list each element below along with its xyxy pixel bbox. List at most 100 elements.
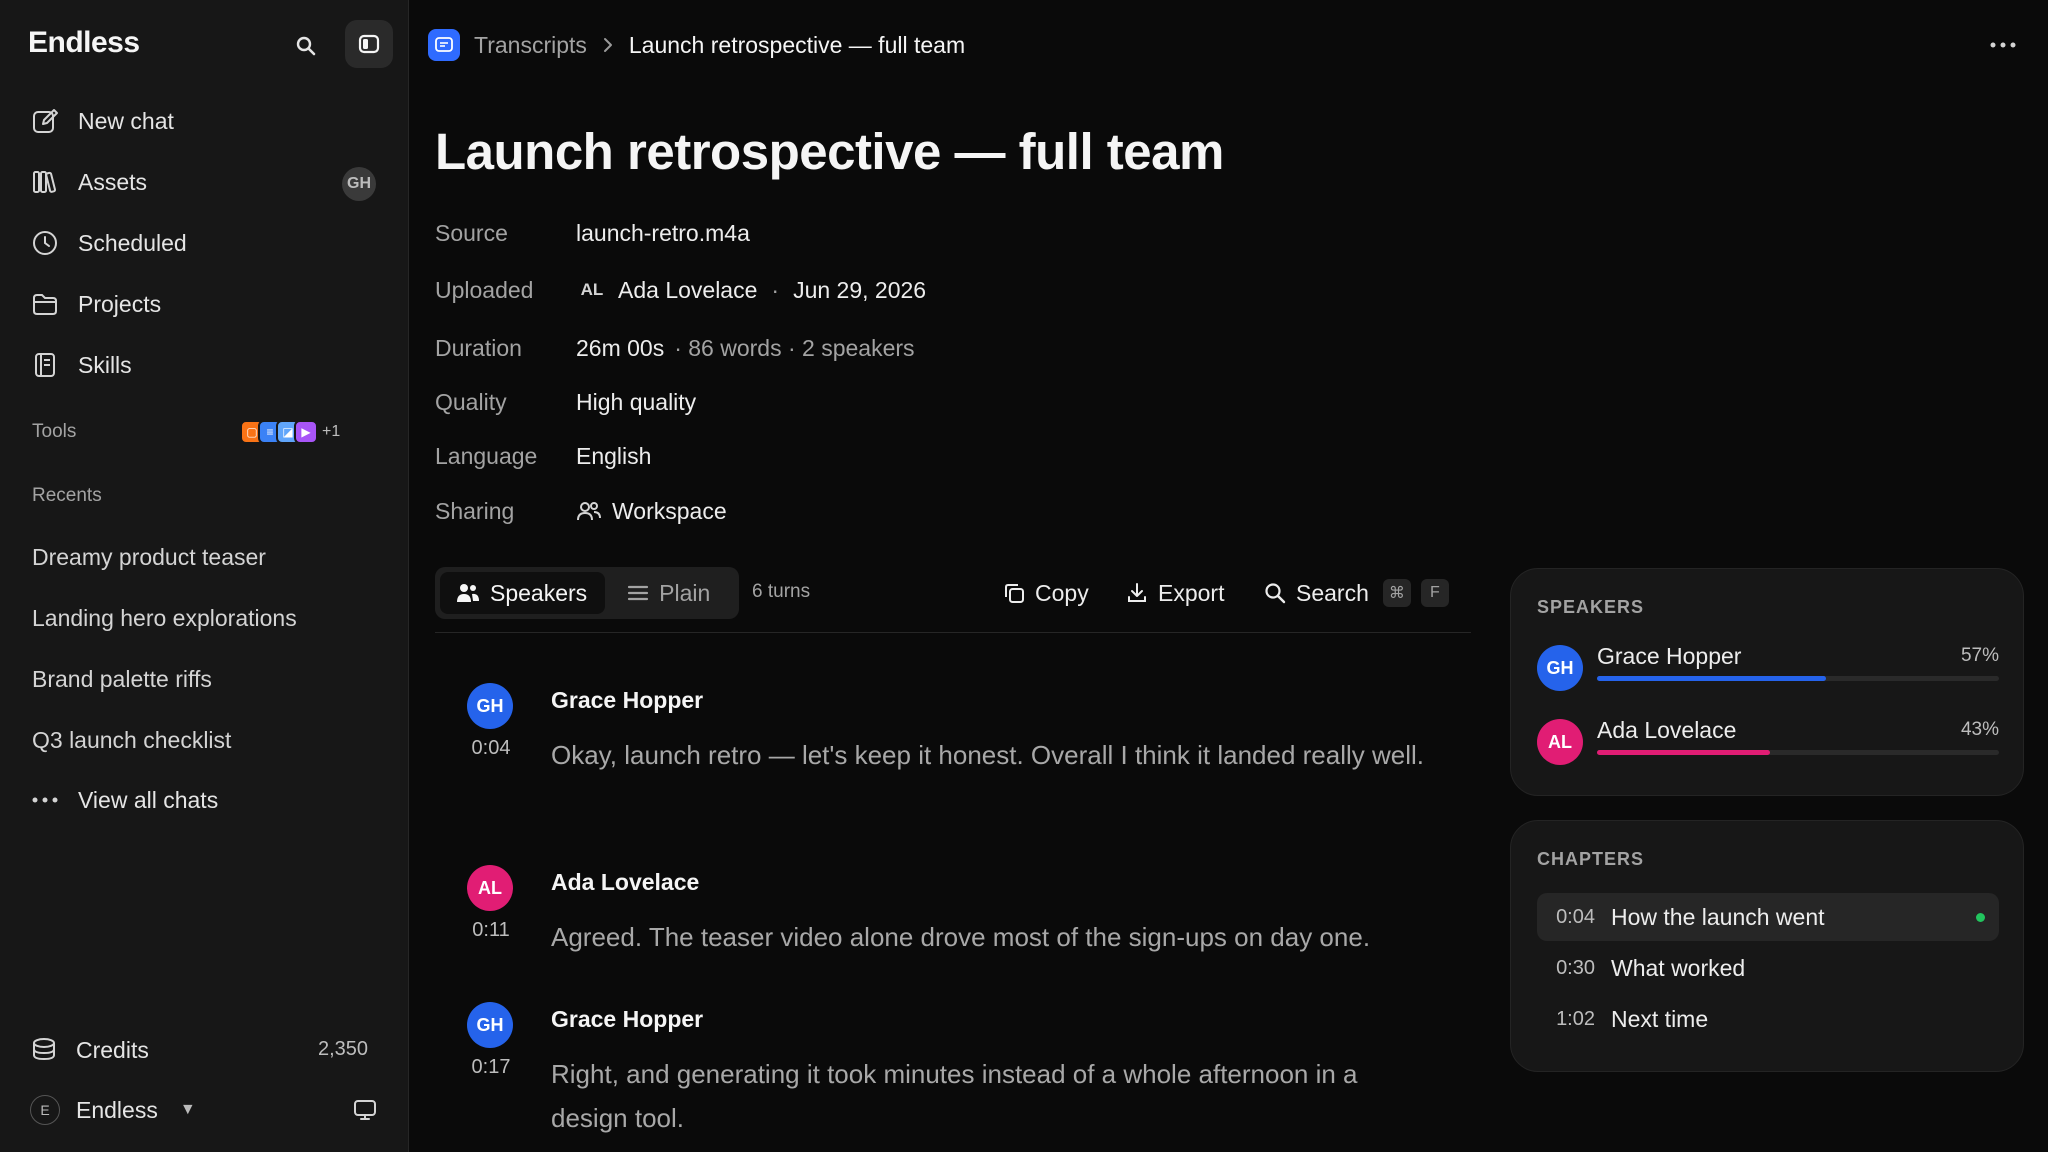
sidebar-toggle-icon[interactable] [345,20,393,68]
recents-section-label: Recents [32,485,102,506]
search-icon [1264,582,1286,604]
tools-more-count: +1 [322,423,341,440]
sharing-control[interactable]: Workspace [576,498,727,525]
speaker-name: Ada Lovelace [551,869,700,895]
sidebar-item-label: Assets [78,168,148,195]
transcripts-app-icon [428,29,460,61]
credits-value: 2,350 [318,1038,369,1060]
chapter-label: How the launch went [1611,903,1825,930]
transcript-turn: GH 0:17 Grace Hopper Right, and generati… [467,1002,1427,1152]
export-button[interactable]: Export [1126,575,1224,611]
sidebar-item-label: Scheduled [78,229,187,256]
chapters-panel: CHAPTERS 0:04 How the launch went 0:30 W… [1510,820,2024,1072]
shortcut-cmd-key: ⌘ [1382,579,1411,607]
tools-section-label: Tools [32,421,77,442]
credits-label: Credits [76,1036,149,1063]
turn-text: Agreed. The teaser video alone drove mos… [551,922,1371,952]
speaker-name: Grace Hopper [551,1006,704,1032]
breadcrumb-transcripts[interactable]: Transcripts [474,32,587,59]
chapter-time: 0:04 [1556,905,1595,928]
speaker-stat-row[interactable]: AL Ada Lovelace 43% [1537,717,1999,769]
speaker-stat-row[interactable]: GH Grace Hopper 57% [1537,643,1999,695]
avatar: GH [342,167,376,201]
coins-icon [30,1036,58,1064]
chapter-time: 1:02 [1556,1007,1595,1030]
copy-button[interactable]: Copy [1003,575,1089,611]
view-plain-label: Plain [659,579,711,606]
speaker-avatar: AL [1537,719,1583,765]
view-all-chats-link[interactable]: View all chats [30,778,380,822]
caret-down-icon: ▼ [179,1101,196,1118]
meta-label: Sharing [435,497,515,524]
turn-timestamp[interactable]: 0:04 [469,737,513,760]
view-mode-toggle: Speakers Plain [435,567,739,619]
speaker-name: Ada Lovelace [1597,717,1737,743]
speaker-avatar: AL [467,865,513,911]
view-speakers-label: Speakers [490,579,588,606]
page-title: Launch retrospective — full team [435,123,1224,180]
speakers-panel: SPEAKERS GH Grace Hopper 57% AL Ada Love… [1510,568,2024,796]
sidebar-item-label: Projects [78,290,162,317]
recent-chat-item[interactable]: Q3 launch checklist [32,727,231,754]
meta-source: Source launch-retro.m4a [435,215,750,251]
meta-language: Language English [435,438,651,474]
sidebar-item-scheduled[interactable]: Scheduled [30,221,380,265]
chapter-time: 0:30 [1556,956,1595,979]
upload-date: Jun 29, 2026 [793,276,927,303]
workspace-name: Endless [76,1096,158,1123]
breadcrumb-current: Launch retrospective — full team [628,31,966,58]
recent-chat-item[interactable]: Brand palette riffs [32,666,212,693]
speaker-name: Grace Hopper [1597,643,1742,669]
view-all-label: View all chats [78,786,219,813]
view-speakers-button[interactable]: Speakers [440,572,606,614]
sidebar-item-projects[interactable]: Projects [30,282,380,326]
shortcut-f-key: F [1420,579,1449,607]
speaker-share: 43% [1960,719,1999,740]
video-tool-icon: ▶ [294,420,318,444]
lines-icon [627,584,649,602]
meta-quality: Quality High quality [435,384,696,420]
brand-logo[interactable]: Endless [28,26,140,60]
quality-value: High quality [576,388,697,415]
tools-integrations[interactable]: ▢ ≡ ◪ ▶ +1 [240,420,340,444]
chapter-item[interactable]: 0:04 How the launch went [1537,893,1999,941]
export-label: Export [1158,579,1225,606]
turns-count: 6 turns [752,581,811,602]
sidebar-item-new-chat[interactable]: New chat [30,99,380,143]
sidebar-item-assets[interactable]: Assets [30,160,380,204]
search-transcript-button[interactable]: Search ⌘ F [1264,575,1449,611]
sharing-value: Workspace [612,497,727,524]
view-plain-button[interactable]: Plain [611,572,728,614]
speaker-share-bar [1597,676,1999,681]
panel-title: SPEAKERS [1537,597,1645,617]
meta-label: Quality [435,388,507,415]
clock-icon [30,228,60,258]
speaker-share-fill [1597,750,1770,755]
search-icon[interactable] [290,30,322,62]
chevron-right-icon [601,36,615,54]
chapter-item[interactable]: 0:30 What worked [1537,944,1999,992]
chapter-item[interactable]: 1:02 Next time [1537,995,1999,1043]
device-icon[interactable] [352,1097,378,1123]
speaker-avatar: GH [467,1002,513,1048]
turn-timestamp[interactable]: 0:17 [469,1056,513,1079]
turn-text: Right, and generating it took minutes in… [551,1059,1358,1133]
chapter-label: What worked [1611,954,1746,981]
recent-chat-item[interactable]: Landing hero explorations [32,605,297,632]
sidebar-item-label: Skills [78,351,132,378]
sidebar-item-skills[interactable]: Skills [30,343,380,387]
recent-chat-item[interactable]: Dreamy product teaser [32,544,266,571]
assets-icon [30,167,60,197]
turn-timestamp[interactable]: 0:11 [469,919,513,942]
source-file[interactable]: launch-retro.m4a [576,220,750,247]
chapter-label: Next time [1611,1005,1709,1032]
meta-sharing: Sharing Workspace [435,493,727,529]
uploader-name: Ada Lovelace [618,276,758,303]
workspace-avatar: E [30,1095,60,1125]
search-label: Search [1296,579,1369,606]
more-options-icon[interactable] [1985,30,2021,60]
workspace-switcher[interactable]: E Endless ▼ [30,1088,196,1132]
meta-label: Uploaded [435,276,534,303]
meta-uploaded: Uploaded AL Ada Lovelace · Jun 29, 2026 [435,272,926,308]
people-icon [576,499,602,523]
